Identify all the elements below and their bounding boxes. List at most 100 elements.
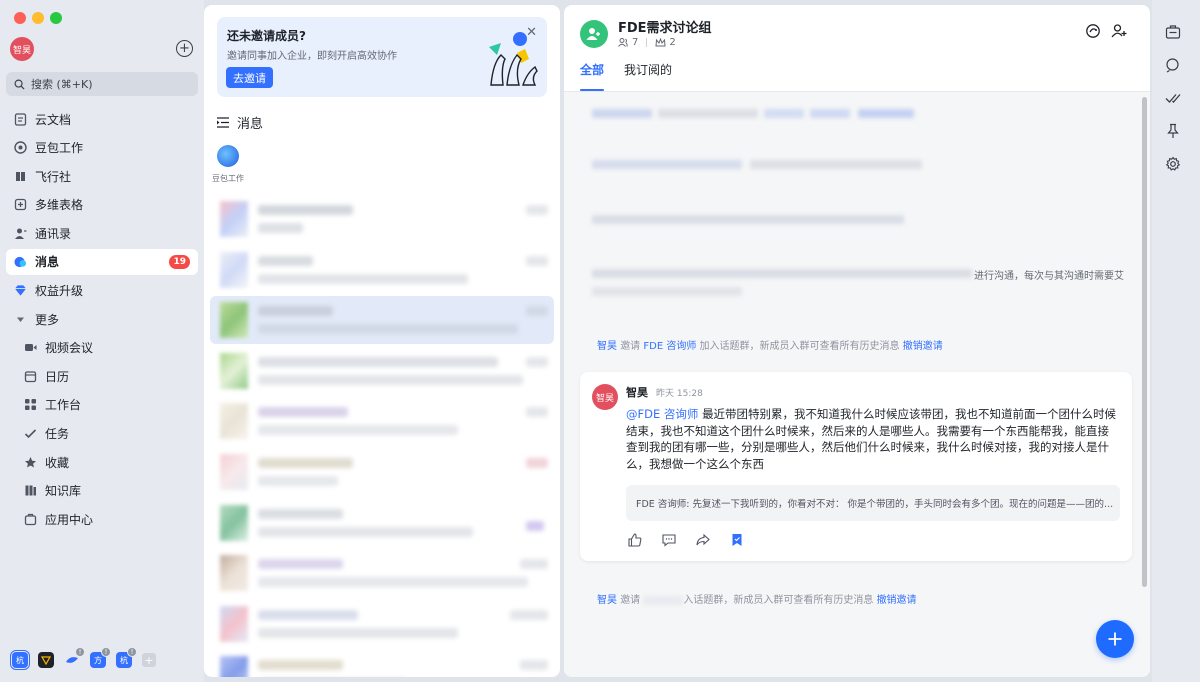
minimize-window-button[interactable] — [32, 12, 44, 24]
sidebar-item-wiki[interactable]: 知识库 — [6, 478, 198, 504]
tenant-item[interactable] — [38, 652, 54, 668]
search-input[interactable]: 搜索 (⌘+K) — [6, 72, 198, 96]
sidebar-item-more[interactable]: 更多 — [6, 306, 198, 332]
list-item[interactable] — [210, 246, 554, 294]
list-item[interactable] — [210, 347, 554, 395]
list-item[interactable] — [210, 448, 554, 496]
crown-icon — [655, 38, 666, 47]
sidebar-item-docs[interactable]: 云文档 — [6, 106, 198, 132]
system-target[interactable]: FDE 咨询师 — [643, 341, 696, 352]
plus-icon[interactable]: + — [176, 40, 193, 57]
message-time: 昨天 15:28 — [656, 389, 703, 399]
forward-icon[interactable] — [696, 533, 710, 547]
alert-icon: ! — [101, 647, 111, 657]
comment-icon[interactable] — [662, 533, 676, 547]
invite-subtitle: 邀请同事加入企业，即刻开启高效协作 — [227, 51, 397, 62]
tenant-item[interactable]: 杭! — [116, 647, 137, 668]
doubao-logo-icon — [217, 145, 239, 167]
sidebar-item-workplace[interactable]: 工作台 — [6, 392, 198, 418]
collapse-list-icon — [217, 117, 229, 128]
sidebar-item-label: 工作台 — [45, 398, 82, 413]
tenant-item[interactable]: 杭 — [9, 649, 31, 671]
members-icon — [618, 38, 628, 47]
sidebar-item-label: 消息 — [35, 255, 60, 270]
task-icon — [24, 427, 37, 440]
sidebar-item-doubao[interactable]: 豆包工作 — [6, 135, 198, 161]
tab-all[interactable]: 全部 — [580, 61, 605, 91]
close-window-button[interactable] — [14, 12, 26, 24]
announcement-icon[interactable] — [1165, 24, 1181, 40]
chat-settings-icon[interactable] — [1085, 23, 1101, 39]
gear-icon[interactable] — [1165, 156, 1181, 172]
message-list-panel: 还未邀请成员? 邀请同事加入企业，即刻开启高效协作 去邀请 ✕ 消息 豆包工作 — [204, 5, 560, 677]
list-item[interactable] — [210, 600, 554, 648]
scrollbar[interactable] — [1142, 97, 1147, 587]
sidebar-item-messages[interactable]: 消息 19 — [6, 248, 198, 275]
sidebar-item-label: 知识库 — [45, 484, 82, 499]
list-item[interactable] — [210, 195, 554, 243]
list-item[interactable] — [210, 499, 554, 547]
pinned-doubao[interactable]: 豆包工作 — [212, 145, 244, 184]
message-actions — [628, 533, 744, 547]
system-actor[interactable]: 智昊 — [597, 341, 617, 352]
add-tenant-button[interactable]: + — [142, 653, 156, 667]
sidebar-item-bitable[interactable]: 多维表格 — [6, 192, 198, 218]
add-member-icon[interactable] — [1111, 23, 1127, 39]
quoted-reply[interactable]: FDE 咨询师: 先复述一下我听到的，你看对不对： 你是个带团的，手头同时会有多… — [626, 485, 1120, 521]
tenant-switcher: 杭 ! 方! 杭! + — [9, 647, 156, 671]
list-item[interactable] — [210, 397, 554, 445]
sidebar-item-video-meeting[interactable]: 视频会议 — [6, 335, 198, 361]
diamond-icon — [14, 284, 27, 297]
sidebar-item-label: 应用中心 — [45, 512, 94, 527]
search-messages-icon[interactable] — [1165, 57, 1181, 73]
thumbs-up-icon[interactable] — [628, 533, 642, 547]
sidebar-item-calendar[interactable]: 日历 — [6, 363, 198, 389]
list-item[interactable] — [210, 296, 554, 345]
messages-section-header[interactable]: 消息 — [217, 113, 263, 132]
contacts-icon — [14, 227, 27, 240]
sidebar-nav: 云文档 豆包工作 飞行社 多维表格 通讯录 消息 19 权益升级 更多 视频会议… — [6, 106, 198, 535]
tab-subscribed[interactable]: 我订阅的 — [624, 61, 672, 91]
video-icon — [24, 341, 37, 354]
group-name[interactable]: FDE需求讨论组 — [618, 17, 712, 36]
tenant-item[interactable]: ! — [64, 647, 85, 668]
sidebar-item-favorites[interactable]: 收藏 — [6, 449, 198, 475]
done-icon[interactable] — [1165, 90, 1181, 106]
list-item[interactable] — [210, 650, 554, 677]
list-item[interactable] — [210, 549, 554, 597]
invite-title: 还未邀请成员? — [227, 29, 306, 43]
window-controls — [14, 12, 62, 24]
user-avatar[interactable]: 智昊 — [10, 37, 34, 61]
member-count[interactable]: 7 — [618, 37, 638, 48]
mention[interactable]: @FDE 咨询师 — [626, 407, 698, 421]
doubao-icon — [14, 141, 27, 154]
sidebar-item-tasks[interactable]: 任务 — [6, 421, 198, 447]
sidebar-item-contacts[interactable]: 通讯录 — [6, 220, 198, 246]
revoke-invite-link[interactable]: 撤销邀请 — [903, 341, 943, 352]
sidebar-item-label: 收藏 — [45, 455, 70, 470]
right-rail — [1152, 0, 1200, 682]
sender-avatar[interactable]: 智昊 — [592, 384, 618, 410]
admin-count[interactable]: 2 — [655, 37, 676, 48]
sender-name[interactable]: 智昊 — [626, 384, 648, 400]
bookmark-icon[interactable] — [730, 533, 744, 547]
sidebar-item-label: 通讯录 — [35, 226, 72, 241]
tenant-item[interactable]: 方! — [90, 647, 111, 668]
sidebar-item-app-center[interactable]: 应用中心 — [6, 506, 198, 532]
star-icon — [24, 456, 37, 469]
search-icon — [14, 79, 25, 90]
invite-button[interactable]: 去邀请 — [226, 67, 273, 88]
partial-message-text: 进行沟通，每次与其沟通时需要艾 — [974, 271, 1124, 282]
new-topic-button[interactable] — [1096, 620, 1134, 658]
sidebar-item-feixingshe[interactable]: 飞行社 — [6, 163, 198, 189]
zoom-window-button[interactable] — [50, 12, 62, 24]
revoke-invite-link[interactable]: 撤销邀请 — [877, 595, 917, 606]
system-actor[interactable]: 智昊 — [597, 595, 617, 606]
system-message: 智昊 邀请 入话题群，新成员入群可查看所有历史消息 撤销邀请 — [597, 595, 917, 606]
group-avatar[interactable] — [580, 20, 608, 48]
calendar-icon — [24, 370, 37, 383]
sidebar-item-label: 多维表格 — [35, 198, 84, 213]
sidebar-item-upgrade[interactable]: 权益升级 — [6, 278, 198, 304]
apps-icon — [24, 398, 37, 411]
pin-icon[interactable] — [1165, 123, 1181, 139]
